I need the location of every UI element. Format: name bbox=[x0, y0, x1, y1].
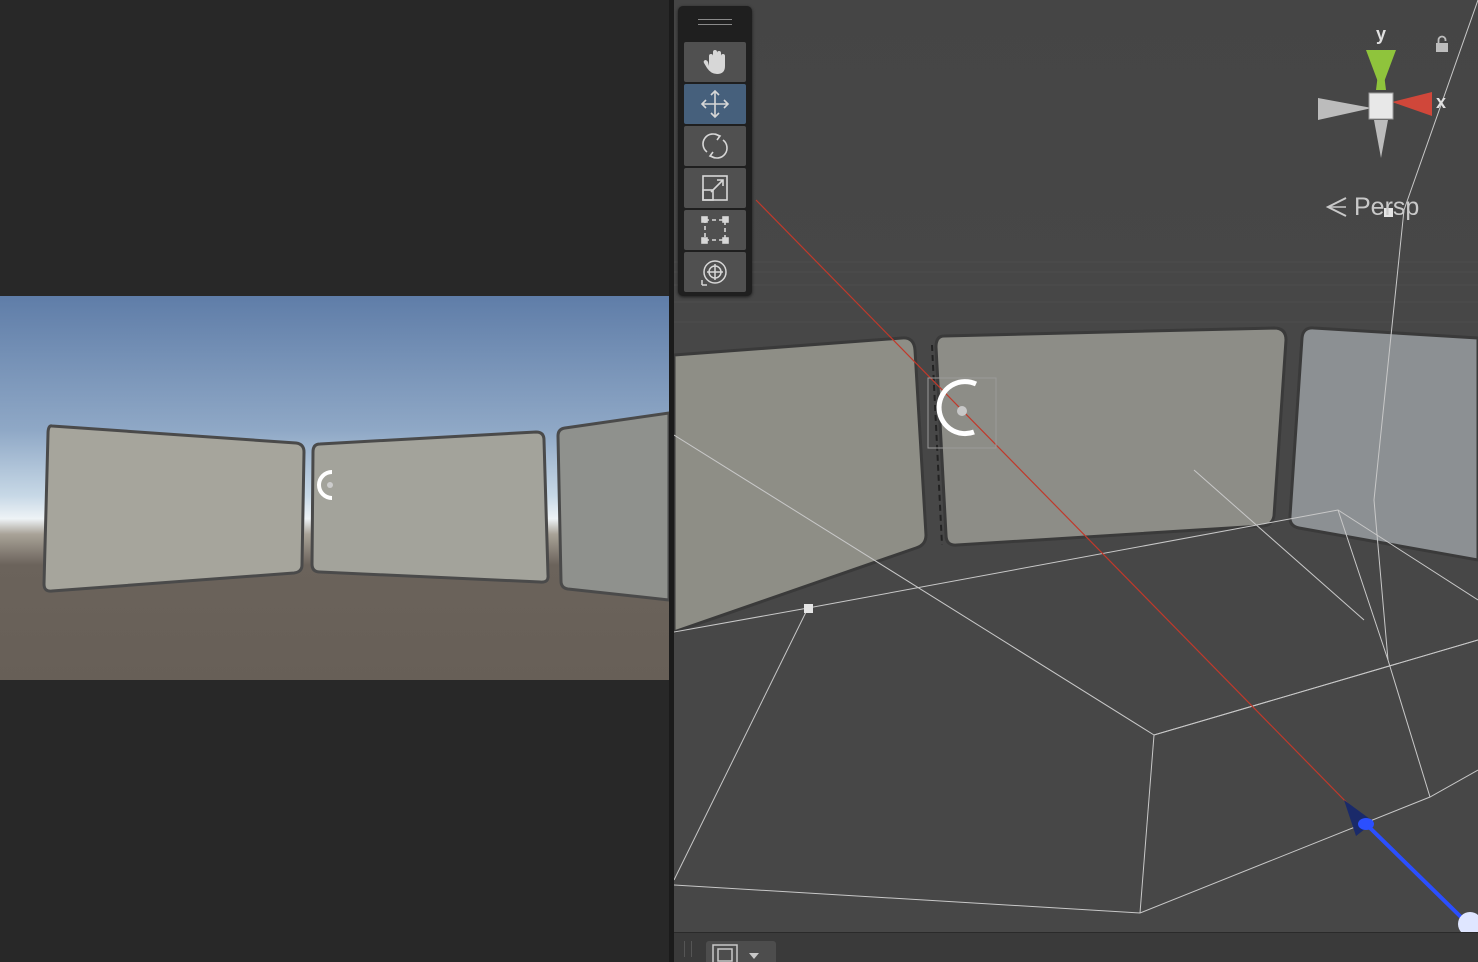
gizmo-x-label: x bbox=[1436, 92, 1446, 112]
scene-view[interactable]: y x Persp bbox=[674, 0, 1478, 962]
transform-tool-button[interactable] bbox=[684, 252, 746, 292]
gizmo-y-label: y bbox=[1376, 24, 1386, 44]
scene-footer-toolbar bbox=[674, 932, 1478, 962]
gizmo-neg-x-cone[interactable] bbox=[1318, 98, 1372, 120]
game-view[interactable] bbox=[0, 0, 669, 962]
hand-icon bbox=[703, 50, 725, 74]
rect-tool-button[interactable] bbox=[684, 210, 746, 250]
gizmo-neg-y-cone[interactable] bbox=[1374, 120, 1388, 158]
orientation-gizmo[interactable]: y x bbox=[1314, 20, 1454, 170]
scale-tool-button[interactable] bbox=[684, 168, 746, 208]
wireframe-handle[interactable] bbox=[804, 604, 813, 613]
gizmo-x-cone[interactable] bbox=[1392, 92, 1432, 116]
move-icon bbox=[700, 89, 730, 119]
transform-icon bbox=[701, 260, 727, 286]
panel-right bbox=[556, 411, 669, 602]
rotate-icon bbox=[702, 133, 728, 159]
game-render-canvas bbox=[0, 296, 669, 680]
rotate-tool-button[interactable] bbox=[684, 126, 746, 166]
panel-center bbox=[310, 430, 550, 584]
gizmo-center-cube[interactable] bbox=[1368, 92, 1394, 120]
game-render bbox=[0, 296, 669, 680]
hand-tool-button[interactable] bbox=[684, 42, 746, 82]
footer-drag-handle[interactable] bbox=[684, 941, 692, 957]
tool-palette bbox=[678, 6, 752, 296]
projection-toggle[interactable]: Persp bbox=[1324, 190, 1419, 224]
gizmo-y-cone-highlight bbox=[1366, 50, 1396, 90]
scene-panel-right bbox=[1288, 326, 1478, 562]
panel-left bbox=[42, 424, 306, 593]
lock-icon[interactable] bbox=[1434, 34, 1450, 54]
palette-drag-handle[interactable] bbox=[698, 18, 732, 26]
move-tool-button[interactable] bbox=[684, 84, 746, 124]
draw-mode-icon bbox=[712, 944, 759, 962]
scale-icon bbox=[702, 175, 728, 201]
perspective-icon bbox=[1325, 197, 1347, 217]
draw-mode-dropdown[interactable] bbox=[706, 941, 776, 962]
projection-label: Persp bbox=[1354, 192, 1420, 221]
rect-transform-icon bbox=[701, 216, 729, 244]
